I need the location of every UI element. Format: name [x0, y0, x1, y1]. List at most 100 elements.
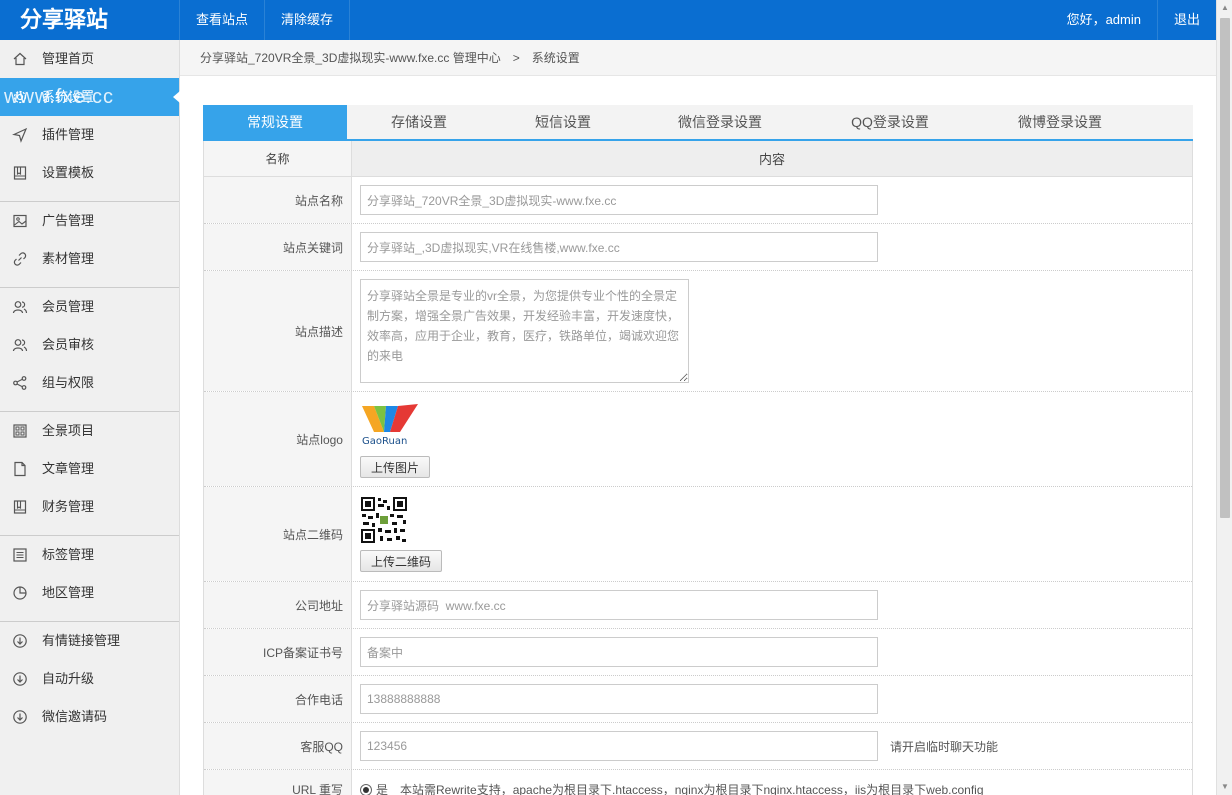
- url-rewrite-hint: 本站需Rewrite支持，apache为根目录下.htaccess，nginx为…: [400, 783, 984, 795]
- table-row: 站点名称: [204, 177, 1192, 224]
- company-address-input[interactable]: [360, 590, 878, 620]
- icp-label: ICP备案证书号: [204, 629, 352, 675]
- send-icon: [12, 127, 28, 143]
- sidebar-item-label: 组与权限: [42, 375, 95, 390]
- url-rewrite-yes-radio[interactable]: [360, 783, 372, 795]
- sidebar-item-label: 广告管理: [42, 213, 95, 228]
- sidebar-item-materials[interactable]: 素材管理: [0, 240, 179, 278]
- link-icon: [12, 251, 28, 267]
- book-icon: [12, 165, 28, 181]
- list-icon: [12, 547, 28, 563]
- sidebar-item-ads[interactable]: 广告管理: [0, 202, 179, 240]
- page-scrollbar[interactable]: ▲ ▼: [1216, 0, 1232, 795]
- logout-button[interactable]: 退出: [1158, 0, 1216, 40]
- download-circle-icon: [12, 633, 28, 649]
- sidebar-item-friend-links[interactable]: 有情链接管理: [0, 622, 179, 660]
- view-site-link[interactable]: 查看站点: [180, 0, 266, 40]
- sidebar-item-auto-upgrade[interactable]: 自动升级: [0, 660, 179, 698]
- sidebar-item-label: 素材管理: [42, 251, 95, 266]
- table-row: ICP备案证书号: [204, 629, 1192, 676]
- sidebar-divider: [0, 526, 179, 536]
- share-icon: [12, 375, 28, 391]
- site-keywords-label: 站点关键词: [204, 224, 352, 270]
- sidebar-item-finance[interactable]: 财务管理: [0, 488, 179, 526]
- sidebar-item-label: 有情链接管理: [42, 633, 121, 648]
- column-header-content: 内容: [758, 152, 785, 167]
- gear-icon: [12, 89, 28, 105]
- site-keywords-input[interactable]: [360, 232, 878, 262]
- download-circle-icon: [12, 709, 28, 725]
- sidebar-item-groups-permissions[interactable]: 组与权限: [0, 364, 179, 402]
- icp-input[interactable]: [360, 637, 878, 667]
- sidebar-item-label: 全景项目: [42, 423, 95, 438]
- table-row: 站点logo GaoRuan 上传图片: [204, 392, 1192, 487]
- sidebar-item-member-review[interactable]: 会员审核: [0, 326, 179, 364]
- scroll-up-arrow-icon[interactable]: ▲: [1217, 0, 1232, 16]
- scrollbar-thumb[interactable]: [1220, 18, 1230, 518]
- sidebar-item-label: 财务管理: [42, 499, 95, 514]
- sidebar-divider: [0, 192, 179, 202]
- sidebar-item-tags[interactable]: 标签管理: [0, 536, 179, 574]
- brand-logo[interactable]: 分享驿站: [0, 0, 180, 40]
- tab-weibo-login-settings[interactable]: 微博登录设置: [975, 105, 1145, 139]
- table-row: 站点关键词: [204, 224, 1192, 271]
- upload-logo-button[interactable]: 上传图片: [360, 456, 431, 478]
- sidebar-item-system-settings[interactable]: 系统设置: [0, 78, 180, 116]
- sidebar-item-label: 管理首页: [42, 51, 95, 66]
- sidebar-item-panorama-projects[interactable]: 全景项目: [0, 412, 179, 450]
- breadcrumb: 分享驿站_720VR全景_3D虚拟现实-www.fxe.cc 管理中心 > 系统设置: [180, 40, 1216, 76]
- sidebar-item-templates[interactable]: 设置模板: [0, 154, 179, 192]
- tab-qq-login-settings[interactable]: QQ登录设置: [805, 105, 975, 139]
- tab-sms-settings[interactable]: 短信设置: [491, 105, 635, 139]
- tab-general-settings[interactable]: 常规设置: [203, 105, 347, 139]
- file-icon: [12, 461, 28, 477]
- sidebar-divider: [0, 278, 179, 288]
- pie-icon: [12, 585, 28, 601]
- sidebar-item-home[interactable]: 管理首页: [0, 40, 179, 78]
- url-rewrite-label: URL 重写: [204, 770, 352, 795]
- table-header-row: 名称 内容: [204, 141, 1192, 177]
- sidebar-item-label: 设置模板: [42, 165, 95, 180]
- phone-input[interactable]: [360, 684, 878, 714]
- table-row: 合作电话: [204, 676, 1192, 723]
- sidebar-item-label: 插件管理: [42, 127, 95, 142]
- site-name-input[interactable]: [360, 185, 878, 215]
- site-description-textarea[interactable]: 分享驿站全景是专业的vr全景，为您提供专业个性的全景定制方案，增强全景广告效果，…: [360, 279, 689, 383]
- sidebar-item-plugins[interactable]: 插件管理: [0, 116, 179, 154]
- sidebar-item-members[interactable]: 会员管理: [0, 288, 179, 326]
- tab-storage-settings[interactable]: 存储设置: [347, 105, 491, 139]
- company-address-label: 公司地址: [204, 582, 352, 628]
- table-row: 公司地址: [204, 582, 1192, 629]
- sidebar-item-label: 会员管理: [42, 299, 95, 314]
- url-rewrite-yes-label: 是: [376, 783, 389, 795]
- home-icon: [12, 51, 28, 67]
- upload-qrcode-button[interactable]: 上传二维码: [360, 550, 443, 572]
- book-icon: [12, 499, 28, 515]
- settings-tabs: 常规设置 存储设置 短信设置 微信登录设置 QQ登录设置 微博登录设置: [203, 105, 1193, 141]
- phone-label: 合作电话: [204, 676, 352, 722]
- top-bar: 分享驿站 查看站点 清除缓存 您好，admin 退出: [0, 0, 1216, 40]
- sidebar-item-label: 地区管理: [42, 585, 95, 600]
- sidebar-divider: [0, 612, 179, 622]
- tab-wechat-login-settings[interactable]: 微信登录设置: [635, 105, 805, 139]
- table-row: 站点描述 分享驿站全景是专业的vr全景，为您提供专业个性的全景定制方案，增强全景…: [204, 271, 1192, 392]
- sidebar: 管理首页 系统设置 插件管理 设置模板 广告管理 素材管理 会员管理 会员审核 …: [0, 40, 180, 795]
- table-row: URL 重写 是 本站需Rewrite支持，apache为根目录下.htacce…: [204, 770, 1192, 795]
- clear-cache-link[interactable]: 清除缓存: [265, 0, 351, 40]
- top-nav: 查看站点 清除缓存: [180, 0, 351, 40]
- settings-form-table: 名称 内容 站点名称 站点关键词 站点描述 分享驿站全景是专业的vr全景，为您提…: [203, 141, 1193, 795]
- sidebar-item-regions[interactable]: 地区管理: [0, 574, 179, 612]
- image-icon: [12, 213, 28, 229]
- sidebar-item-label: 微信邀请码: [42, 709, 108, 724]
- sidebar-item-label: 自动升级: [42, 671, 95, 686]
- site-logo-image: GaoRuan: [360, 400, 422, 450]
- table-row: 客服QQ 请开启临时聊天功能: [204, 723, 1192, 770]
- scroll-down-arrow-icon[interactable]: ▼: [1217, 779, 1232, 795]
- breadcrumb-root[interactable]: 分享驿站_720VR全景_3D虚拟现实-www.fxe.cc 管理中心: [200, 51, 501, 65]
- sidebar-item-wechat-invite[interactable]: 微信邀请码: [0, 698, 179, 736]
- service-qq-input[interactable]: [360, 731, 878, 761]
- grid-icon: [12, 423, 28, 439]
- sidebar-item-articles[interactable]: 文章管理: [0, 450, 179, 488]
- site-qrcode-label: 站点二维码: [204, 487, 352, 581]
- column-header-name: 名称: [204, 141, 352, 176]
